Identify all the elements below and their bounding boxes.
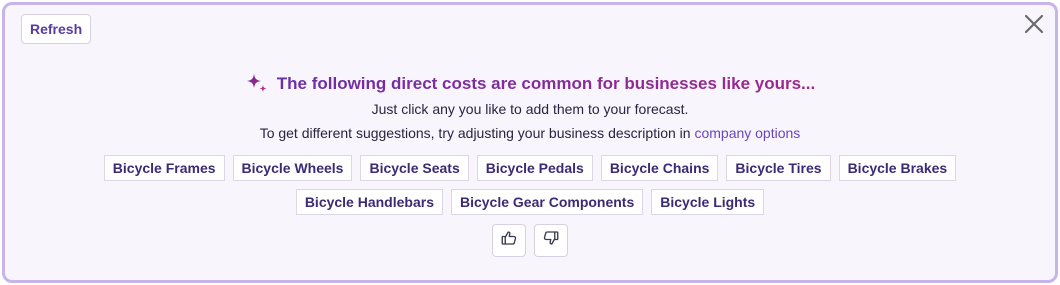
suggestion-chip-bicycle-pedals[interactable]: Bicycle Pedals [476,155,593,181]
suggestion-chip-bicycle-chains[interactable]: Bicycle Chains [600,155,719,181]
suggestion-chip-bicycle-handlebars[interactable]: Bicycle Handlebars [295,189,443,215]
suggestions-heading: The following direct costs are common fo… [276,74,816,93]
suggestion-chip-bicycle-tires[interactable]: Bicycle Tires [726,155,831,181]
suggestion-chip-bicycle-wheels[interactable]: Bicycle Wheels [232,155,353,181]
refresh-button[interactable]: Refresh [21,14,92,44]
suggestions-heading-row: The following direct costs are common fo… [5,72,1055,98]
sparkle-icon [245,72,269,96]
hint-text: To get different suggestions, try adjust… [5,125,1055,141]
suggestion-chip-bicycle-lights[interactable]: Bicycle Lights [651,189,765,215]
suggestion-chip-bicycle-gear-components[interactable]: Bicycle Gear Components [450,189,644,215]
suggestion-chips-row-2: Bicycle Handlebars Bicycle Gear Componen… [5,189,1055,215]
thumbs-up-button[interactable] [492,224,526,257]
close-icon[interactable] [1023,13,1045,35]
suggestion-chip-bicycle-frames[interactable]: Bicycle Frames [103,155,225,181]
suggestions-panel: Refresh The following direct costs are c… [2,2,1058,283]
suggestion-chip-bicycle-seats[interactable]: Bicycle Seats [360,155,469,181]
suggestion-chips-row-1: Bicycle Frames Bicycle Wheels Bicycle Se… [5,155,1055,181]
suggestion-chip-bicycle-brakes[interactable]: Bicycle Brakes [838,155,957,181]
thumbs-up-icon [500,229,518,252]
thumbs-down-icon [542,229,560,252]
company-options-link[interactable]: company options [694,125,800,141]
feedback-buttons [5,224,1055,257]
hint-prefix: To get different suggestions, try adjust… [259,125,695,141]
instruction-text: Just click any you like to add them to y… [371,101,689,117]
thumbs-down-button[interactable] [534,224,568,257]
